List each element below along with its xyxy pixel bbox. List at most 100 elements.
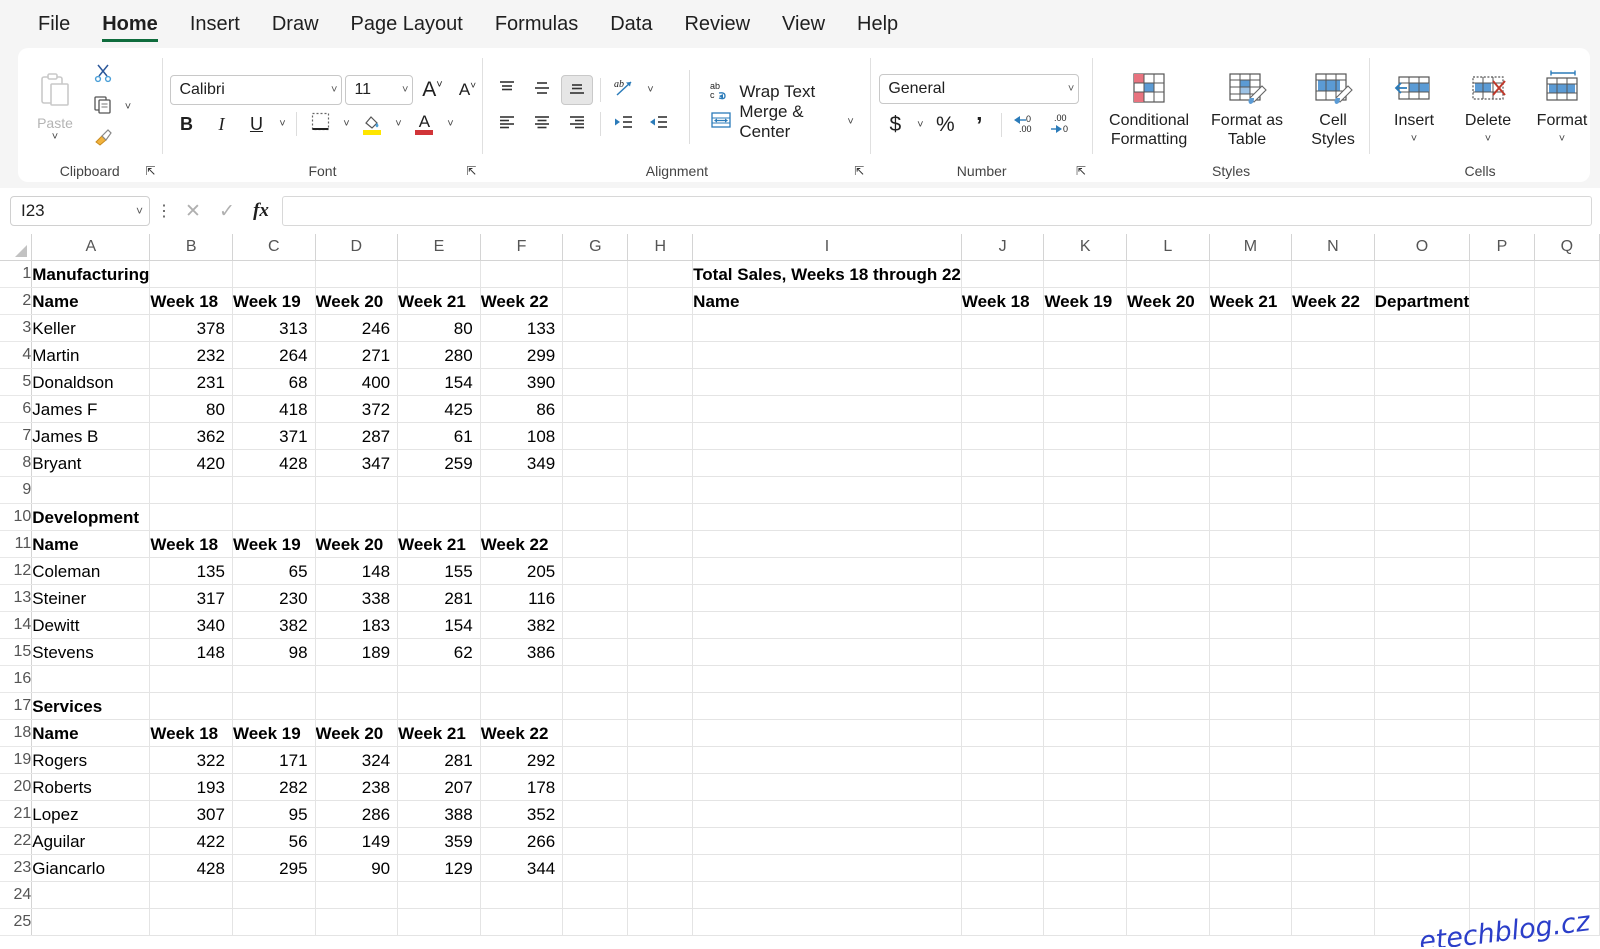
- cell-A8[interactable]: Bryant: [31, 449, 151, 477]
- ribbon-tab-formulas[interactable]: Formulas: [479, 9, 594, 48]
- cell-E23[interactable]: 129: [397, 854, 481, 882]
- cell-B25[interactable]: [149, 908, 233, 936]
- cell-M11[interactable]: [1209, 530, 1293, 558]
- cell-A3[interactable]: Keller: [31, 314, 151, 342]
- cell-C14[interactable]: 382: [232, 611, 316, 639]
- cell-M3[interactable]: [1209, 314, 1293, 342]
- cell-P11[interactable]: [1469, 530, 1535, 558]
- cell-N11[interactable]: [1291, 530, 1375, 558]
- insert-chevron-down-icon[interactable]: ˅: [1407, 130, 1421, 149]
- row-header-2[interactable]: 2: [0, 287, 33, 315]
- row-header-21[interactable]: 21: [0, 800, 33, 828]
- cell-E15[interactable]: 62: [397, 638, 481, 666]
- cell-Q25[interactable]: [1534, 908, 1600, 936]
- underline-chevron-down-icon[interactable]: ˅: [275, 118, 289, 130]
- cell-A14[interactable]: Dewitt: [31, 611, 151, 639]
- cell-N2[interactable]: Week 22: [1291, 287, 1375, 315]
- cell-D25[interactable]: [315, 908, 399, 936]
- decrease-font-size-button[interactable]: A˅: [451, 75, 483, 105]
- cell-N6[interactable]: [1291, 395, 1375, 423]
- cell-O4[interactable]: [1374, 341, 1471, 369]
- bold-button[interactable]: B: [170, 109, 202, 139]
- cell-P10[interactable]: [1469, 503, 1535, 531]
- cell-H23[interactable]: [627, 854, 694, 882]
- cell-M14[interactable]: [1209, 611, 1293, 639]
- cell-B24[interactable]: [149, 881, 233, 909]
- cell-B1[interactable]: [149, 260, 233, 288]
- cell-A1[interactable]: Manufacturing: [31, 260, 151, 288]
- cell-I7[interactable]: [692, 422, 962, 450]
- cell-O22[interactable]: [1374, 827, 1471, 855]
- cell-K6[interactable]: [1043, 395, 1128, 423]
- cell-G19[interactable]: [562, 746, 629, 774]
- row-header-23[interactable]: 23: [0, 854, 33, 882]
- cell-M8[interactable]: [1209, 449, 1293, 477]
- cell-K4[interactable]: [1043, 341, 1128, 369]
- cell-J25[interactable]: [961, 908, 1045, 936]
- cell-N18[interactable]: [1291, 719, 1375, 747]
- cell-B16[interactable]: [149, 665, 233, 693]
- cell-D1[interactable]: [315, 260, 399, 288]
- cell-D23[interactable]: 90: [315, 854, 399, 882]
- cell-M5[interactable]: [1209, 368, 1293, 396]
- cell-H18[interactable]: [627, 719, 694, 747]
- cell-O15[interactable]: [1374, 638, 1471, 666]
- cell-F13[interactable]: 116: [480, 584, 564, 612]
- cell-G5[interactable]: [562, 368, 629, 396]
- cell-A18[interactable]: Name: [31, 719, 151, 747]
- align-center-button[interactable]: [526, 109, 558, 139]
- cell-P17[interactable]: [1469, 692, 1535, 720]
- cell-N12[interactable]: [1291, 557, 1375, 585]
- cell-P20[interactable]: [1469, 773, 1535, 801]
- cell-K21[interactable]: [1043, 800, 1128, 828]
- cell-M24[interactable]: [1209, 881, 1293, 909]
- font-size-select[interactable]: 11 ˅: [345, 75, 414, 105]
- cell-C2[interactable]: Week 19: [232, 287, 316, 315]
- cell-O13[interactable]: [1374, 584, 1471, 612]
- cell-O5[interactable]: [1374, 368, 1471, 396]
- cell-I13[interactable]: [692, 584, 962, 612]
- cell-K16[interactable]: [1043, 665, 1128, 693]
- cell-D10[interactable]: [315, 503, 399, 531]
- cell-L22[interactable]: [1126, 827, 1210, 855]
- alignment-dialog-launcher[interactable]: ⇱: [854, 162, 864, 180]
- cell-N19[interactable]: [1291, 746, 1375, 774]
- cell-E4[interactable]: 280: [397, 341, 481, 369]
- cell-H20[interactable]: [627, 773, 694, 801]
- cell-A25[interactable]: [31, 908, 151, 936]
- column-header-N[interactable]: N: [1291, 234, 1375, 261]
- more-options-icon[interactable]: ⋮: [156, 201, 172, 221]
- cell-J6[interactable]: [961, 395, 1045, 423]
- cell-N24[interactable]: [1291, 881, 1375, 909]
- cell-N3[interactable]: [1291, 314, 1375, 342]
- cell-P3[interactable]: [1469, 314, 1535, 342]
- cell-O12[interactable]: [1374, 557, 1471, 585]
- cell-G20[interactable]: [562, 773, 629, 801]
- cell-F9[interactable]: [480, 476, 564, 504]
- cell-E10[interactable]: [397, 503, 481, 531]
- cell-H7[interactable]: [627, 422, 694, 450]
- cell-L3[interactable]: [1126, 314, 1210, 342]
- cell-H16[interactable]: [627, 665, 694, 693]
- cell-Q5[interactable]: [1534, 368, 1600, 396]
- cell-I22[interactable]: [692, 827, 962, 855]
- cell-N14[interactable]: [1291, 611, 1375, 639]
- middle-align-button[interactable]: [526, 75, 558, 105]
- cell-K5[interactable]: [1043, 368, 1128, 396]
- cell-O3[interactable]: [1374, 314, 1471, 342]
- cell-H13[interactable]: [627, 584, 694, 612]
- cell-B13[interactable]: 317: [149, 584, 233, 612]
- cell-I14[interactable]: [692, 611, 962, 639]
- ribbon-tab-page-layout[interactable]: Page Layout: [335, 9, 479, 48]
- cell-F11[interactable]: Week 22: [480, 530, 564, 558]
- cell-B22[interactable]: 422: [149, 827, 233, 855]
- cell-D12[interactable]: 148: [315, 557, 399, 585]
- column-header-D[interactable]: D: [315, 234, 399, 261]
- cell-O17[interactable]: [1374, 692, 1471, 720]
- cell-M12[interactable]: [1209, 557, 1293, 585]
- cell-A16[interactable]: [31, 665, 151, 693]
- cell-L25[interactable]: [1126, 908, 1210, 936]
- cell-A23[interactable]: Giancarlo: [31, 854, 151, 882]
- cell-Q24[interactable]: [1534, 881, 1600, 909]
- cell-F10[interactable]: [480, 503, 564, 531]
